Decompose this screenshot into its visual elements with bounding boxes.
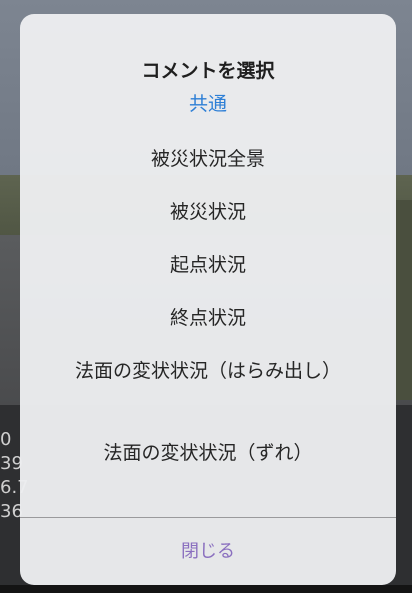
option-end-point[interactable]: 終点状況 xyxy=(60,304,356,332)
option-start-point[interactable]: 起点状況 xyxy=(60,251,356,279)
option-overview[interactable]: 被災状況全景 xyxy=(60,145,356,173)
option-slope-shift[interactable]: 法面の変状状況（ずれ） xyxy=(60,439,356,467)
comment-select-sheet: コメントを選択 共通 被災状況全景 被災状況 起点状況 終点状況 法面の変状状況… xyxy=(20,14,396,585)
option-damage-status[interactable]: 被災状況 xyxy=(60,198,356,226)
option-common[interactable]: 共通 xyxy=(60,90,356,118)
option-slope-bulge[interactable]: 法面の変状状況（はらみ出し） xyxy=(60,357,356,385)
bottom-bar xyxy=(0,585,412,593)
sheet-title: コメントを選択 xyxy=(141,60,275,82)
close-button[interactable]: 閉じる xyxy=(20,518,396,585)
